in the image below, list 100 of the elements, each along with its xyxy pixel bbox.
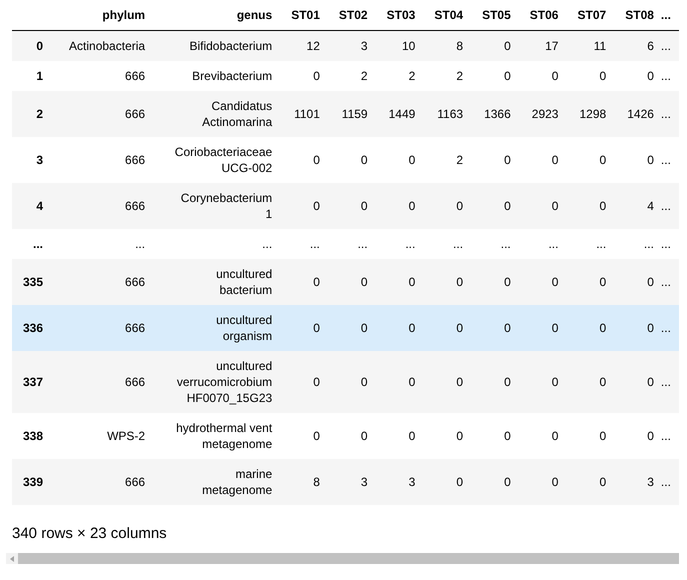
table-cell: 2: [372, 61, 420, 91]
table-cell: 1449: [372, 91, 420, 137]
table-cell: 8: [277, 459, 325, 505]
table-cell: 0: [611, 259, 659, 305]
table-cell: Bifidobacterium: [150, 30, 278, 61]
table-cell: 0: [420, 259, 468, 305]
table-cell: uncultured organism: [150, 305, 278, 351]
table-cell: 2: [420, 61, 468, 91]
table-cell: 0: [277, 351, 325, 413]
table-cell: 0: [563, 137, 612, 183]
table-cell: 17: [516, 30, 564, 61]
table-cell: 666: [48, 183, 150, 229]
table-cell: 0: [468, 30, 516, 61]
table-cell: 3: [324, 459, 373, 505]
table-cell: 0: [611, 351, 659, 413]
table-cell: 1366: [468, 91, 516, 137]
table-cell: ...: [658, 351, 679, 413]
row-index: 335: [12, 259, 48, 305]
table-cell: ...: [658, 459, 679, 505]
table-cell: 0: [468, 61, 516, 91]
table-cell: 12: [277, 30, 325, 61]
row-index: 338: [12, 413, 48, 459]
table-cell: 0: [516, 137, 564, 183]
table-cell: ...: [277, 229, 325, 259]
row-index: 336: [12, 305, 48, 351]
table-cell: 0: [563, 351, 612, 413]
table-cell: ...: [516, 229, 564, 259]
table-cell: 0: [372, 305, 420, 351]
table-shape-summary: 340 rows × 23 columns: [12, 525, 168, 543]
scroll-left-icon[interactable]: [10, 556, 14, 562]
row-index: ...: [12, 229, 48, 259]
table-cell: ...: [658, 137, 679, 183]
table-cell: 2923: [516, 91, 564, 137]
table-cell: 666: [48, 61, 150, 91]
table-cell: Candidatus Actinomarina: [150, 91, 278, 137]
table-cell: 0: [468, 259, 516, 305]
table-cell: 0: [516, 413, 564, 459]
row-index: 337: [12, 351, 48, 413]
table-cell: ...: [658, 30, 679, 61]
table-cell: 6: [611, 30, 659, 61]
table-cell: 0: [324, 413, 373, 459]
table-cell: 0: [324, 305, 373, 351]
table-cell: 0: [372, 413, 420, 459]
table-cell: uncultured bacterium: [150, 259, 278, 305]
table-cell: 0: [516, 305, 564, 351]
table-cell: 0: [372, 183, 420, 229]
table-cell: 0: [516, 183, 564, 229]
row-index: 339: [12, 459, 48, 505]
table-cell: 666: [48, 137, 150, 183]
table-cell: 0: [468, 305, 516, 351]
table-cell: 1101: [277, 91, 325, 137]
table-cell: 0: [563, 305, 612, 351]
table-cell: 0: [468, 413, 516, 459]
table-cell: 0: [372, 137, 420, 183]
table-cell: Corynebacterium 1: [150, 183, 278, 229]
table-cell: 2: [420, 137, 468, 183]
table-cell: 11: [563, 30, 612, 61]
table-cell: 3: [324, 30, 373, 61]
table-cell: 0: [372, 351, 420, 413]
table-cell: 0: [468, 137, 516, 183]
table-cell: hydrothermal vent metagenome: [150, 413, 278, 459]
table-cell: 0: [277, 183, 325, 229]
table-cell: ...: [658, 305, 679, 351]
table-cell: 0: [420, 305, 468, 351]
row-index: 2: [12, 91, 48, 137]
table-cell: 1159: [324, 91, 373, 137]
table-cell: ...: [324, 229, 373, 259]
table-cell: ...: [658, 91, 679, 137]
table-cell: 0: [324, 259, 373, 305]
table-cell: ...: [658, 413, 679, 459]
table-cell: 0: [563, 459, 612, 505]
table-cell: 0: [516, 351, 564, 413]
row-index: 3: [12, 137, 48, 183]
table-cell: uncultured verrucomicrobium HF0070_15G23: [150, 351, 278, 413]
table-cell: 0: [277, 305, 325, 351]
table-cell: 1298: [563, 91, 612, 137]
table-cell: 0: [277, 259, 325, 305]
table-cell: ...: [611, 229, 659, 259]
table-cell: 0: [563, 183, 612, 229]
table-cell: ...: [563, 229, 612, 259]
table-cell: ...: [658, 229, 679, 259]
table-cell: 0: [516, 459, 564, 505]
table-cell: 0: [563, 413, 612, 459]
table-cell: 666: [48, 459, 150, 505]
table-cell: 3: [372, 459, 420, 505]
table-cell: 4: [611, 183, 659, 229]
table-cell: 0: [420, 413, 468, 459]
table-cell: 666: [48, 305, 150, 351]
table-cell: 0: [324, 351, 373, 413]
table-cell: ...: [420, 229, 468, 259]
table-cell: 0: [420, 351, 468, 413]
table-cell: 0: [563, 61, 612, 91]
table-cell: marine metagenome: [150, 459, 278, 505]
table-cell: Brevibacterium: [150, 61, 278, 91]
table-cell: ...: [48, 229, 150, 259]
row-index: 4: [12, 183, 48, 229]
table-cell: 0: [468, 459, 516, 505]
table-cell: ...: [658, 61, 679, 91]
table-cell: ...: [468, 229, 516, 259]
table-cell: 0: [611, 137, 659, 183]
